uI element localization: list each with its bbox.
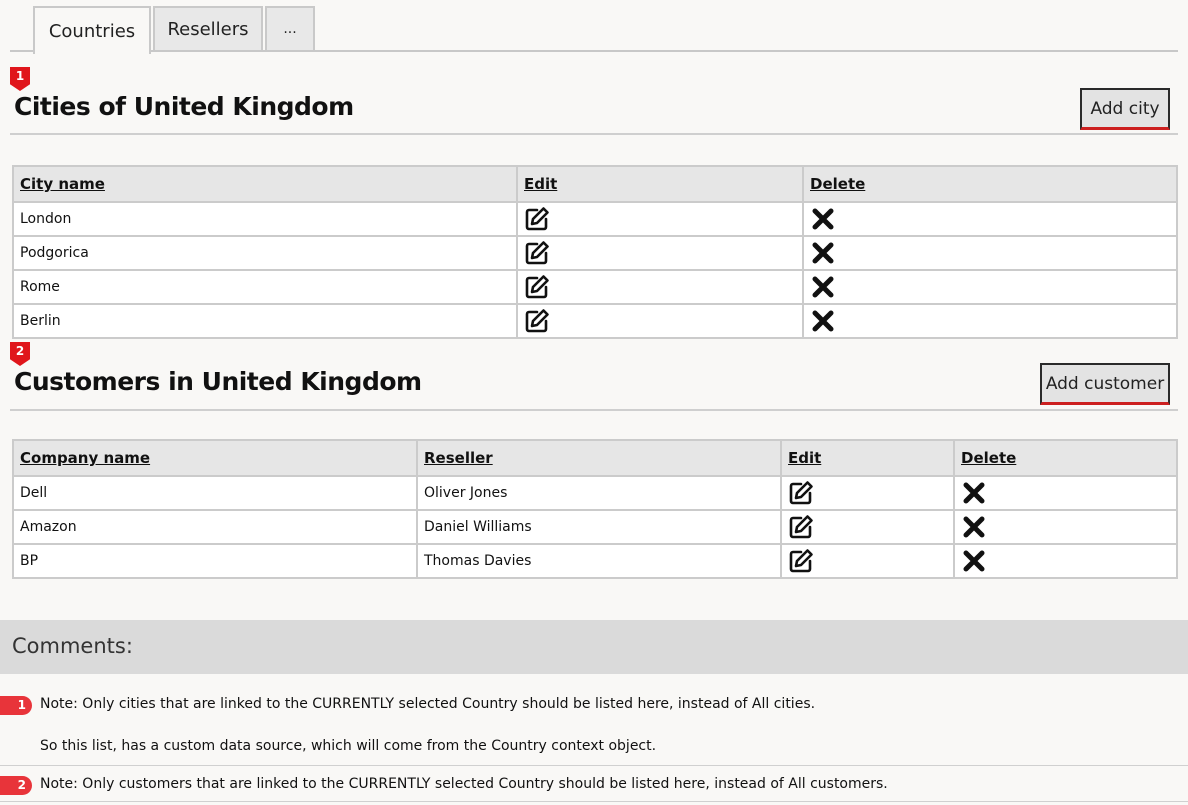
company-name-cell: Dell — [12, 475, 418, 511]
table-row: Amazon Daniel Williams — [12, 509, 1178, 545]
comments-title: Comments: — [12, 634, 133, 658]
add-city-button[interactable]: Add city — [1080, 88, 1170, 130]
column-header-reseller[interactable]: Reseller — [416, 439, 782, 477]
delete-cell — [953, 509, 1178, 545]
edit-cell — [516, 303, 804, 339]
delete-cell — [953, 543, 1178, 579]
city-name-cell: Berlin — [12, 303, 518, 339]
city-name-cell: London — [12, 201, 518, 237]
comment-text-1: Note: Only cities that are linked to the… — [40, 696, 816, 712]
delete-x-icon[interactable] — [810, 308, 836, 334]
edit-cell — [780, 509, 955, 545]
edit-cell — [516, 235, 804, 271]
delete-x-icon[interactable] — [961, 514, 987, 540]
edit-cell — [780, 543, 955, 579]
tab-countries[interactable]: Countries — [33, 6, 151, 54]
delete-cell — [953, 475, 1178, 511]
table-row: Dell Oliver Jones — [12, 475, 1178, 511]
table-row: Berlin — [12, 303, 1178, 339]
reseller-cell: Thomas Davies — [416, 543, 782, 579]
delete-cell — [802, 303, 1178, 339]
company-name-cell: Amazon — [12, 509, 418, 545]
comment-badge-1: 1 — [0, 696, 32, 715]
tab-baseline — [10, 50, 1178, 52]
delete-x-icon[interactable] — [810, 206, 836, 232]
edit-pencil-icon[interactable] — [524, 274, 550, 300]
edit-pencil-icon[interactable] — [524, 240, 550, 266]
tab-more[interactable]: ... — [265, 6, 315, 50]
comment-text-2: Note: Only customers that are linked to … — [40, 776, 888, 792]
annotation-marker-1: 1 — [10, 67, 30, 91]
edit-pencil-icon[interactable] — [788, 480, 814, 506]
cities-table: City name Edit Delete London Podgorica Rom… — [12, 165, 1178, 339]
table-header-row: Company name Reseller Edit Delete — [12, 439, 1178, 477]
column-header-delete[interactable]: Delete — [953, 439, 1178, 477]
delete-cell — [802, 201, 1178, 237]
comments-header: Comments: — [0, 620, 1188, 674]
city-name-cell: Rome — [12, 269, 518, 305]
table-header-row: City name Edit Delete — [12, 165, 1178, 203]
annotation-marker-2: 2 — [10, 342, 30, 366]
table-row: Podgorica — [12, 235, 1178, 271]
delete-x-icon[interactable] — [810, 274, 836, 300]
edit-pencil-icon[interactable] — [788, 514, 814, 540]
customers-heading: Customers in United Kingdom — [14, 367, 422, 396]
column-header-edit[interactable]: Edit — [780, 439, 955, 477]
column-header-edit[interactable]: Edit — [516, 165, 804, 203]
delete-cell — [802, 269, 1178, 305]
comment-divider — [0, 765, 1188, 766]
tab-resellers[interactable]: Resellers — [153, 6, 263, 50]
edit-pencil-icon[interactable] — [788, 548, 814, 574]
column-header-delete[interactable]: Delete — [802, 165, 1178, 203]
delete-x-icon[interactable] — [810, 240, 836, 266]
city-name-cell: Podgorica — [12, 235, 518, 271]
table-row: Rome — [12, 269, 1178, 305]
edit-pencil-icon[interactable] — [524, 308, 550, 334]
delete-x-icon[interactable] — [961, 548, 987, 574]
customers-table: Company name Reseller Edit Delete Dell Ol… — [12, 439, 1178, 579]
delete-x-icon[interactable] — [961, 480, 987, 506]
cities-heading-divider — [10, 133, 1178, 135]
column-header-city-name[interactable]: City name — [12, 165, 518, 203]
add-customer-button[interactable]: Add customer — [1040, 363, 1170, 405]
customers-heading-divider — [10, 409, 1178, 411]
comment-divider — [0, 801, 1188, 802]
edit-cell — [780, 475, 955, 511]
table-row: London — [12, 201, 1178, 237]
edit-cell — [516, 269, 804, 305]
reseller-cell: Daniel Williams — [416, 509, 782, 545]
column-header-company-name[interactable]: Company name — [12, 439, 418, 477]
reseller-cell: Oliver Jones — [416, 475, 782, 511]
table-row: BP Thomas Davies — [12, 543, 1178, 579]
tab-bar: Countries Resellers ... — [0, 0, 1188, 56]
delete-cell — [802, 235, 1178, 271]
company-name-cell: BP — [12, 543, 418, 579]
comment-badge-2: 2 — [0, 776, 32, 795]
edit-pencil-icon[interactable] — [524, 206, 550, 232]
comment-text-1-continued: So this list, has a custom data source, … — [40, 738, 657, 754]
cities-heading: Cities of United Kingdom — [14, 92, 354, 121]
edit-cell — [516, 201, 804, 237]
